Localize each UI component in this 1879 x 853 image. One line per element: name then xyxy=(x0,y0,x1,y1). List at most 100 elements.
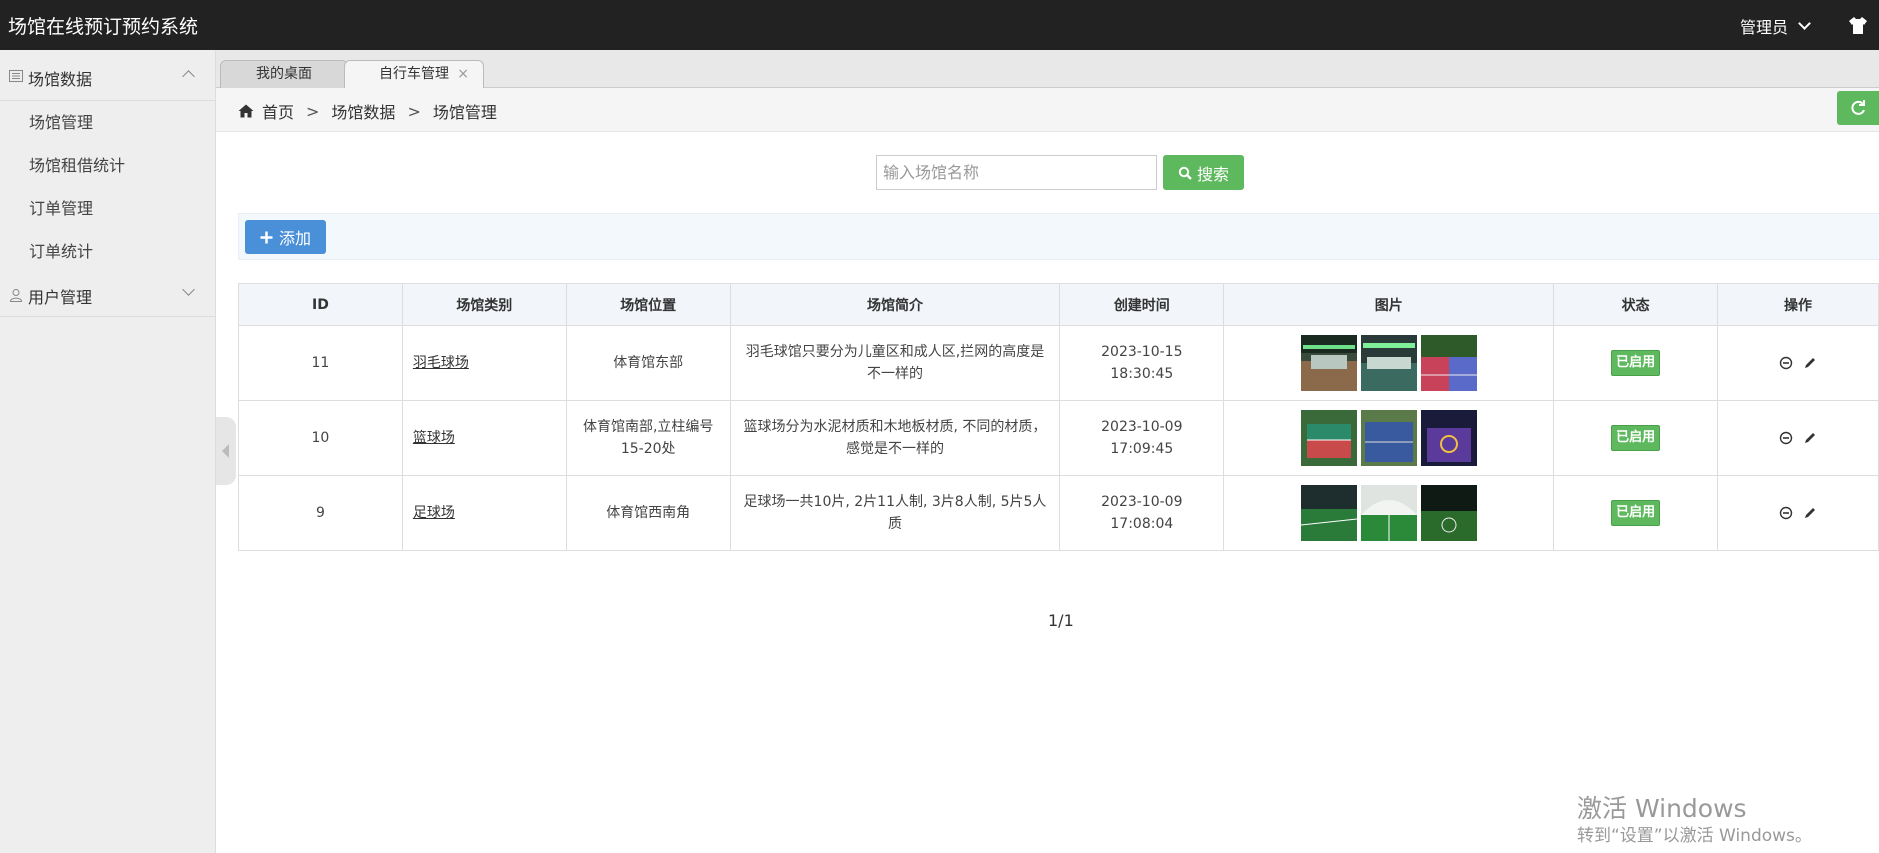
breadcrumb-bar: 首页 > 场馆数据 > 场馆管理 xyxy=(216,88,1879,132)
cell-images xyxy=(1223,475,1555,551)
table-row: 11 羽毛球场 体育馆东部 羽毛球馆只要分为儿童区和成人区,拦网的高度是不一样的… xyxy=(238,325,1879,401)
status-badge: 已启用 xyxy=(1611,425,1661,451)
status-badge: 已启用 xyxy=(1611,350,1661,376)
sidebar-item-order-stats[interactable]: 订单统计 xyxy=(0,230,215,273)
venue-photo[interactable] xyxy=(1360,485,1417,541)
sidebar: 场馆数据 场馆管理 场馆租借统计 订单管理 订单统计 用户管理 xyxy=(0,50,216,853)
column-header-intro: 场馆简介 xyxy=(729,283,1061,326)
tab-label: 我的桌面 xyxy=(256,66,312,82)
cell-intro: 篮球场分为水泥材质和木地板材质, 不同的材质，感觉是不一样的 xyxy=(729,400,1061,476)
tab-bicycle-manage[interactable]: 自行车管理 × xyxy=(344,60,484,88)
sidebar-group-user-manage[interactable]: 用户管理 xyxy=(0,273,215,317)
sidebar-group-venue-data[interactable]: 场馆数据 xyxy=(0,50,215,101)
venue-photo[interactable] xyxy=(1360,410,1417,466)
edit-pencil-icon[interactable] xyxy=(1803,431,1817,445)
category-link[interactable]: 篮球场 xyxy=(413,430,455,446)
search-button-label: 搜索 xyxy=(1196,164,1229,184)
search-button[interactable]: 搜索 xyxy=(1163,155,1244,190)
breadcrumb-level2: 场馆管理 xyxy=(432,103,497,122)
disable-icon[interactable] xyxy=(1779,356,1793,370)
refresh-button[interactable] xyxy=(1837,91,1879,125)
search-form: 搜索 xyxy=(876,155,1244,190)
watermark-line2: 转到“设置”以激活 Windows。 xyxy=(1577,826,1812,846)
cell-intro: 羽毛球馆只要分为儿童区和成人区,拦网的高度是不一样的 xyxy=(729,325,1061,401)
category-link[interactable]: 羽毛球场 xyxy=(413,355,469,371)
cell-created: 2023-10-15 18:30:45 xyxy=(1059,325,1225,401)
venue-photo[interactable] xyxy=(1360,335,1417,391)
column-header-images: 图片 xyxy=(1223,283,1555,326)
category-link[interactable]: 足球场 xyxy=(413,505,455,521)
column-header-created: 创建时间 xyxy=(1059,283,1225,326)
sidebar-item-order-manage[interactable]: 订单管理 xyxy=(0,187,215,230)
list-icon xyxy=(9,70,23,82)
venue-table: ID 场馆类别 场馆位置 场馆简介 创建时间 图片 状态 操作 11 羽毛球场 … xyxy=(238,283,1879,551)
breadcrumb-level1[interactable]: 场馆数据 xyxy=(331,99,395,123)
cell-images xyxy=(1223,400,1555,476)
home-icon xyxy=(238,104,254,118)
edit-pencil-icon[interactable] xyxy=(1803,506,1817,520)
add-button[interactable]: 添加 xyxy=(245,220,326,254)
tab-label: 自行车管理 xyxy=(379,66,449,82)
column-header-location: 场馆位置 xyxy=(565,283,731,326)
user-name: 管理员 xyxy=(1739,18,1788,37)
cell-status: 已启用 xyxy=(1553,325,1719,401)
sidebar-group-label: 用户管理 xyxy=(28,288,93,307)
toolbar: 添加 xyxy=(238,213,1879,260)
sidebar-collapse-handle[interactable] xyxy=(216,417,236,485)
column-header-id: ID xyxy=(238,283,403,326)
cell-location: 体育馆南部,立柱编号15-20处 xyxy=(565,400,731,476)
cell-location: 体育馆东部 xyxy=(565,325,731,401)
chevron-down-icon xyxy=(182,283,195,296)
venue-photo[interactable] xyxy=(1300,485,1357,541)
cell-id: 10 xyxy=(238,400,403,476)
venue-photo[interactable] xyxy=(1420,410,1477,466)
sidebar-item-venue-manage[interactable]: 场馆管理 xyxy=(0,101,215,144)
cell-category: 羽毛球场 xyxy=(401,325,567,401)
column-header-status: 状态 xyxy=(1553,283,1719,326)
caret-left-icon xyxy=(222,444,229,458)
cell-id: 9 xyxy=(238,475,403,551)
cell-status: 已启用 xyxy=(1553,400,1719,476)
cell-location: 体育馆西南角 xyxy=(565,475,731,551)
breadcrumb: 首页 > 场馆数据 > 场馆管理 xyxy=(238,99,497,123)
cell-category: 足球场 xyxy=(401,475,567,551)
column-header-actions: 操作 xyxy=(1717,283,1879,326)
windows-activation-watermark: 激活 Windows 转到“设置”以激活 Windows。 xyxy=(1577,794,1812,847)
cell-status: 已启用 xyxy=(1553,475,1719,551)
cell-id: 11 xyxy=(238,325,403,401)
column-header-category: 场馆类别 xyxy=(401,283,567,326)
edit-pencil-icon[interactable] xyxy=(1803,356,1817,370)
venue-photo[interactable] xyxy=(1300,335,1357,391)
cell-intro: 足球场一共10片, 2片11人制, 3片8人制, 5片5人质 xyxy=(729,475,1061,551)
chevron-down-icon xyxy=(1798,17,1811,30)
cell-actions xyxy=(1717,325,1879,401)
breadcrumb-separator: > xyxy=(306,101,320,121)
close-icon[interactable]: × xyxy=(457,61,469,88)
refresh-icon xyxy=(1851,100,1865,115)
chevron-up-icon xyxy=(182,70,195,83)
sidebar-group-label: 场馆数据 xyxy=(28,70,93,89)
disable-icon[interactable] xyxy=(1779,431,1793,445)
user-menu[interactable]: 管理员 xyxy=(1739,14,1811,38)
breadcrumb-separator: > xyxy=(407,101,421,121)
search-input[interactable] xyxy=(876,155,1157,190)
breadcrumb-home[interactable]: 首页 xyxy=(262,99,294,123)
venue-photo[interactable] xyxy=(1420,485,1477,541)
cell-created: 2023-10-09 17:09:45 xyxy=(1059,400,1225,476)
pagination: 1/1 xyxy=(1048,611,1074,630)
status-badge: 已启用 xyxy=(1611,500,1661,526)
venue-photo[interactable] xyxy=(1300,410,1357,466)
disable-icon[interactable] xyxy=(1779,506,1793,520)
sidebar-item-rental-stats[interactable]: 场馆租借统计 xyxy=(0,144,215,187)
add-button-label: 添加 xyxy=(278,229,311,248)
table-row: 10 篮球场 体育馆南部,立柱编号15-20处 篮球场分为水泥材质和木地板材质,… xyxy=(238,400,1879,476)
top-navbar: 场馆在线预订预约系统 管理员 xyxy=(0,0,1879,50)
table-row: 9 足球场 体育馆西南角 足球场一共10片, 2片11人制, 3片8人制, 5片… xyxy=(238,475,1879,551)
theme-shirt-icon[interactable] xyxy=(1847,14,1869,36)
cell-actions xyxy=(1717,400,1879,476)
tab-my-desktop[interactable]: 我的桌面 xyxy=(220,60,348,88)
cell-images xyxy=(1223,325,1555,401)
venue-photo[interactable] xyxy=(1420,335,1477,391)
tab-bar: 我的桌面 自行车管理 × xyxy=(216,50,1879,88)
cell-category: 篮球场 xyxy=(401,400,567,476)
